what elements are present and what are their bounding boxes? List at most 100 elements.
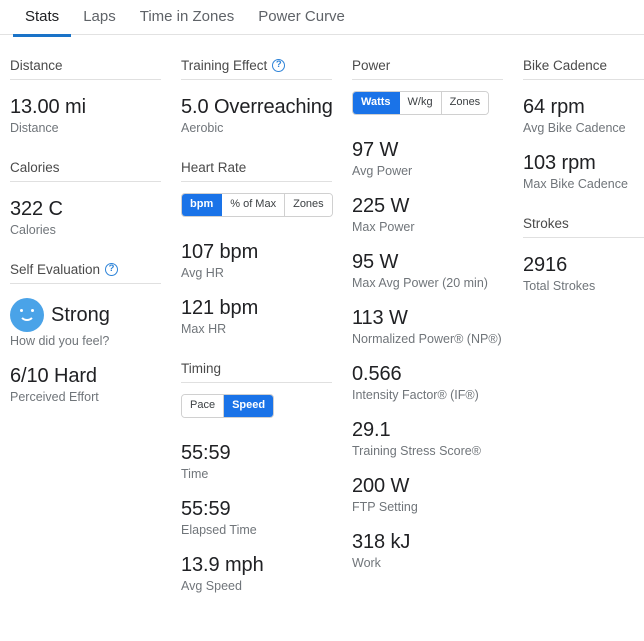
metric-aerobic-training-effect-label: Aerobic <box>181 120 342 136</box>
section-title-calories-label: Calories <box>10 160 60 175</box>
metric-max-avg-power-20min-value: 95 W <box>352 250 513 274</box>
metric-avg-power-label: Avg Power <box>352 163 513 179</box>
metric-max-power: 225 W Max Power <box>352 194 513 235</box>
metric-avg-hr-value: 107 bpm <box>181 240 342 264</box>
metric-calories: 322 C Calories <box>10 197 171 238</box>
metric-elapsed-time-value: 55:59 <box>181 497 342 521</box>
section-title-bike-cadence-label: Bike Cadence <box>523 58 607 73</box>
power-toggle-zones[interactable]: Zones <box>442 92 489 114</box>
heart-rate-toggle-zones[interactable]: Zones <box>285 194 332 216</box>
metric-normalized-power: 113 W Normalized Power® (NP®) <box>352 306 513 347</box>
metric-avg-power: 97 W Avg Power <box>352 138 513 179</box>
section-timing: Timing Pace Speed 55:59 Time 55:59 Elaps… <box>181 361 342 594</box>
metric-avg-speed: 13.9 mph Avg Speed <box>181 553 342 594</box>
metric-avg-hr-label: Avg HR <box>181 265 342 281</box>
section-title-strokes: Strokes <box>523 216 644 238</box>
section-calories: Calories 322 C Calories <box>10 160 171 238</box>
tab-power-curve-label: Power Curve <box>258 8 345 25</box>
metric-aerobic-training-effect: 5.0 Overreaching Aerobic <box>181 95 342 136</box>
section-title-strokes-label: Strokes <box>523 216 569 231</box>
timing-unit-toggle[interactable]: Pace Speed <box>181 394 274 418</box>
smiley-left-eye <box>20 309 23 312</box>
column-cadence-strokes: Bike Cadence 64 rpm Avg Bike Cadence 103… <box>513 58 644 598</box>
metric-avg-bike-cadence: 64 rpm Avg Bike Cadence <box>523 95 644 136</box>
metric-perceived-effort-label: Perceived Effort <box>10 389 171 405</box>
metric-avg-speed-label: Avg Speed <box>181 578 342 594</box>
metric-ftp-setting-label: FTP Setting <box>352 499 513 515</box>
metric-avg-hr: 107 bpm Avg HR <box>181 240 342 281</box>
metric-max-hr-value: 121 bpm <box>181 296 342 320</box>
section-title-training-effect: Training Effect ? <box>181 58 332 80</box>
tab-laps[interactable]: Laps <box>71 0 128 34</box>
metric-time: 55:59 Time <box>181 441 342 482</box>
metric-avg-bike-cadence-label: Avg Bike Cadence <box>523 120 644 136</box>
section-bike-cadence: Bike Cadence 64 rpm Avg Bike Cadence 103… <box>523 58 644 192</box>
smiley-right-eye <box>31 309 34 312</box>
timing-toggle-speed[interactable]: Speed <box>224 395 273 417</box>
metric-work: 318 kJ Work <box>352 530 513 571</box>
metric-max-avg-power-20min-label: Max Avg Power (20 min) <box>352 275 513 291</box>
metric-max-hr-label: Max HR <box>181 321 342 337</box>
metric-elapsed-time: 55:59 Elapsed Time <box>181 497 342 538</box>
section-strokes: Strokes 2916 Total Strokes <box>523 216 644 294</box>
metric-training-stress-score-label: Training Stress Score® <box>352 443 513 459</box>
power-toggle-w-per-kg[interactable]: W/kg <box>400 92 442 114</box>
section-training-effect: Training Effect ? 5.0 Overreaching Aerob… <box>181 58 342 136</box>
metric-avg-power-value: 97 W <box>352 138 513 162</box>
tab-time-in-zones[interactable]: Time in Zones <box>128 0 246 34</box>
metric-distance-value: 13.00 mi <box>10 95 171 119</box>
metric-normalized-power-label: Normalized Power® (NP®) <box>352 331 513 347</box>
column-power: Power Watts W/kg Zones 97 W Avg Power 22… <box>342 58 513 598</box>
section-title-bike-cadence: Bike Cadence <box>523 58 644 80</box>
metric-training-stress-score-value: 29.1 <box>352 418 513 442</box>
metric-avg-bike-cadence-value: 64 rpm <box>523 95 644 119</box>
metric-max-bike-cadence-value: 103 rpm <box>523 151 644 175</box>
heart-rate-toggle-bpm[interactable]: bpm <box>182 194 222 216</box>
tab-laps-label: Laps <box>83 8 116 25</box>
section-distance: Distance 13.00 mi Distance <box>10 58 171 136</box>
section-title-heart-rate-label: Heart Rate <box>181 160 246 175</box>
metric-avg-speed-value: 13.9 mph <box>181 553 342 577</box>
self-evaluation-feel-row: Strong <box>10 298 171 332</box>
activity-tab-bar: Stats Laps Time in Zones Power Curve <box>0 0 644 35</box>
metric-time-value: 55:59 <box>181 441 342 465</box>
section-title-distance: Distance <box>10 58 161 80</box>
metric-max-hr: 121 bpm Max HR <box>181 296 342 337</box>
heart-rate-unit-toggle[interactable]: bpm % of Max Zones <box>181 193 333 217</box>
tab-power-curve[interactable]: Power Curve <box>246 0 357 34</box>
metric-aerobic-training-effect-value: 5.0 Overreaching <box>181 95 342 119</box>
self-evaluation-feel-value: Strong <box>51 303 110 327</box>
metric-calories-value: 322 C <box>10 197 171 221</box>
section-heart-rate: Heart Rate bpm % of Max Zones 107 bpm Av… <box>181 160 342 337</box>
smiley-mouth <box>19 313 35 321</box>
section-title-timing-label: Timing <box>181 361 221 376</box>
section-title-heart-rate: Heart Rate <box>181 160 332 182</box>
metric-calories-label: Calories <box>10 222 171 238</box>
metric-total-strokes: 2916 Total Strokes <box>523 253 644 294</box>
power-toggle-watts[interactable]: Watts <box>353 92 400 114</box>
column-distance-calories-evaluation: Distance 13.00 mi Distance Calories 322 … <box>0 58 171 598</box>
section-title-distance-label: Distance <box>10 58 63 73</box>
section-title-self-evaluation: Self Evaluation ? <box>10 262 161 284</box>
tab-stats-label: Stats <box>25 8 59 25</box>
metric-max-bike-cadence: 103 rpm Max Bike Cadence <box>523 151 644 192</box>
section-title-calories: Calories <box>10 160 161 182</box>
section-title-power: Power <box>352 58 503 80</box>
tab-stats[interactable]: Stats <box>13 0 71 37</box>
metric-total-strokes-value: 2916 <box>523 253 644 277</box>
help-icon[interactable]: ? <box>105 263 118 276</box>
section-self-evaluation: Self Evaluation ? Strong How did you fee… <box>10 262 171 405</box>
timing-toggle-pace[interactable]: Pace <box>182 395 224 417</box>
metric-distance-label: Distance <box>10 120 171 136</box>
smiley-face-icon <box>10 298 44 332</box>
heart-rate-toggle-percent-of-max[interactable]: % of Max <box>222 194 285 216</box>
help-icon[interactable]: ? <box>272 59 285 72</box>
metric-time-label: Time <box>181 466 342 482</box>
column-training-effect-hr-timing: Training Effect ? 5.0 Overreaching Aerob… <box>171 58 342 598</box>
metric-work-label: Work <box>352 555 513 571</box>
power-unit-toggle[interactable]: Watts W/kg Zones <box>352 91 489 115</box>
section-power: Power Watts W/kg Zones 97 W Avg Power 22… <box>352 58 513 571</box>
section-title-power-label: Power <box>352 58 390 73</box>
stats-columns: Distance 13.00 mi Distance Calories 322 … <box>0 35 644 598</box>
tab-time-in-zones-label: Time in Zones <box>140 8 234 25</box>
